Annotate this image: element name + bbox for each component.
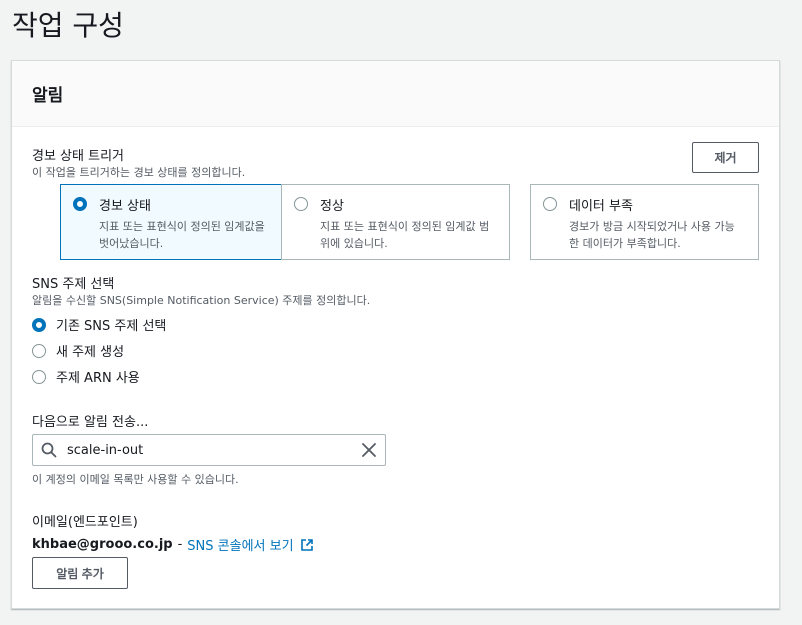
alarm-trigger-label: 경보 상태 트리거 bbox=[32, 149, 124, 164]
radio-option-new-topic[interactable]: 새 주제 생성 bbox=[32, 341, 124, 360]
tile-description-line: 경보가 방금 시작되었거나 사용 가능 bbox=[569, 220, 735, 233]
sns-console-link[interactable]: SNS 콘솔에서 보기 bbox=[187, 535, 293, 554]
tile-description: 경보가 방금 시작되었거나 사용 가능 한 데이터가 부족합니다. bbox=[569, 218, 748, 252]
endpoint-separator: - bbox=[177, 537, 183, 552]
radio-insufficient-data[interactable] bbox=[543, 197, 557, 211]
alarm-trigger-description: 이 작업을 트리거하는 경보 상태를 정의합니다. bbox=[32, 166, 246, 179]
add-notification-button[interactable]: 알림 추가 bbox=[32, 557, 128, 589]
sns-topic-label: SNS 주제 선택 bbox=[32, 277, 115, 292]
tile-description-line: 위에 있습니다. bbox=[320, 237, 388, 250]
topic-search-input[interactable]: scale-in-out bbox=[32, 434, 386, 466]
tile-description-line: 한 데이터가 부족합니다. bbox=[569, 237, 681, 250]
send-to-label: 다음으로 알림 전송... bbox=[32, 415, 149, 430]
remove-button[interactable]: 제거 bbox=[692, 142, 759, 173]
notification-panel: 알림 경보 상태 트리거 이 작업을 트리거하는 경보 상태를 정의합니다. 제… bbox=[11, 60, 780, 609]
search-value[interactable]: scale-in-out bbox=[67, 443, 361, 458]
radio-existing-topic[interactable] bbox=[32, 317, 46, 332]
radio-new-topic[interactable] bbox=[32, 343, 46, 358]
send-to-hint: 이 계정의 이메일 목록만 사용할 수 있습니다. bbox=[32, 473, 239, 486]
tile-description: 지표 또는 표현식이 정의된 임계값을 벗어났습니다. bbox=[99, 218, 278, 252]
endpoint-email: khbae@grooo.co.jp bbox=[32, 537, 173, 552]
page-title: 작업 구성 bbox=[12, 9, 124, 42]
radio-option-label: 주제 ARN 사용 bbox=[56, 371, 140, 386]
endpoint-line: khbae@grooo.co.jp - SNS 콘솔에서 보기 bbox=[32, 535, 314, 554]
tile-insufficient-data[interactable]: 데이터 부족 경보가 방금 시작되었거나 사용 가능 한 데이터가 부족합니다. bbox=[530, 184, 759, 260]
endpoint-label: 이메일(엔드포인트) bbox=[32, 515, 138, 530]
radio-ok[interactable] bbox=[294, 197, 308, 211]
tile-description-line: 벗어났습니다. bbox=[99, 237, 164, 250]
radio-option-label: 새 주제 생성 bbox=[56, 345, 125, 360]
radio-option-topic-arn[interactable]: 주제 ARN 사용 bbox=[32, 367, 140, 386]
tile-ok[interactable]: 정상 지표 또는 표현식이 정의된 임계값 범 위에 있습니다. bbox=[281, 184, 510, 260]
panel-header: 알림 bbox=[12, 61, 779, 127]
radio-alarm-state[interactable] bbox=[73, 197, 87, 211]
tile-title: 데이터 부족 bbox=[569, 199, 633, 214]
tile-title: 정상 bbox=[320, 199, 344, 214]
tile-description: 지표 또는 표현식이 정의된 임계값 범 위에 있습니다. bbox=[320, 218, 499, 252]
radio-option-existing-topic[interactable]: 기존 SNS 주제 선택 bbox=[32, 315, 166, 334]
external-link-icon[interactable] bbox=[300, 538, 314, 552]
close-icon[interactable] bbox=[361, 442, 377, 458]
radio-topic-arn[interactable] bbox=[32, 369, 46, 384]
panel-title: 알림 bbox=[32, 86, 64, 106]
tile-title: 경보 상태 bbox=[99, 199, 151, 214]
sns-topic-description: 알림을 수신할 SNS(Simple Notification Service)… bbox=[32, 294, 371, 307]
radio-option-label: 기존 SNS 주제 선택 bbox=[56, 319, 167, 334]
tile-alarm-state[interactable]: 경보 상태 지표 또는 표현식이 정의된 임계값을 벗어났습니다. bbox=[60, 184, 289, 260]
tile-description-line: 지표 또는 표현식이 정의된 임계값을 bbox=[99, 220, 265, 233]
tile-description-line: 지표 또는 표현식이 정의된 임계값 범 bbox=[320, 220, 490, 233]
search-icon bbox=[41, 442, 57, 458]
